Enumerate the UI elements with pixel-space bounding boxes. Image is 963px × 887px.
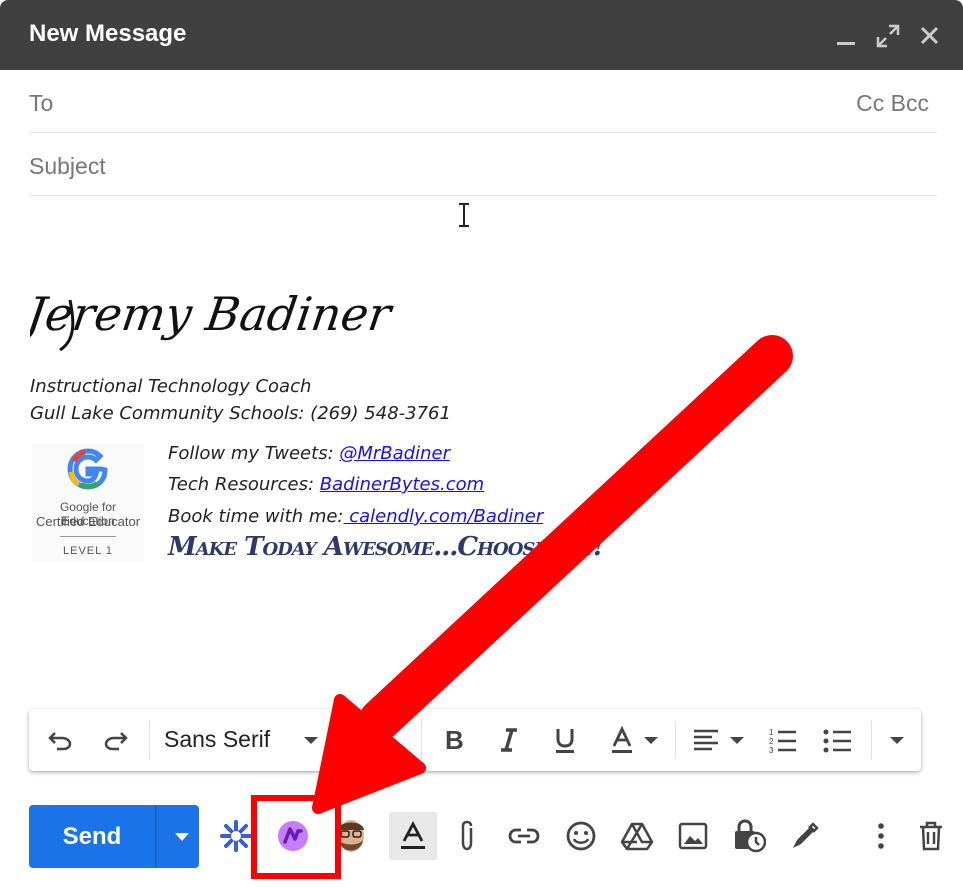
- send-divider: [155, 805, 156, 868]
- drive-icon[interactable]: [617, 816, 657, 856]
- svg-text:B: B: [445, 727, 464, 753]
- badge-level: LEVEL 1: [62, 545, 113, 557]
- signature-icon[interactable]: [785, 816, 825, 856]
- signature-org-phone: Gull Lake Community Schools: (269) 548-3…: [30, 403, 451, 424]
- font-select[interactable]: Sans Serif: [164, 726, 270, 753]
- to-field[interactable]: To Cc Bcc: [29, 70, 937, 133]
- photo-icon[interactable]: [673, 816, 713, 856]
- expand-icon[interactable]: [874, 22, 902, 50]
- google-logo-icon: [67, 448, 109, 495]
- send-button[interactable]: Send: [29, 805, 155, 868]
- redo-icon[interactable]: [99, 723, 133, 757]
- compose-window: New Message To Cc Bcc Subject Jeremy Bad…: [0, 0, 963, 887]
- more-options-icon[interactable]: [861, 816, 901, 856]
- discard-icon[interactable]: [911, 816, 951, 856]
- signature-title: Instructional Technology Coach: [30, 376, 312, 397]
- compose-titlebar: New Message: [0, 0, 963, 70]
- subject-field[interactable]: Subject: [29, 133, 937, 196]
- svg-text:2: 2: [769, 737, 774, 746]
- subject-placeholder: Subject: [29, 153, 106, 179]
- formatting-toolbar: Sans Serif B 123: [29, 709, 921, 771]
- attach-icon[interactable]: [447, 816, 487, 856]
- send-options-caret-icon[interactable]: [165, 805, 199, 868]
- more-formatting-icon[interactable]: [885, 723, 909, 757]
- resources-line: Tech Resources: BadinerBytes.com: [168, 474, 484, 495]
- font-dropdown-caret-icon[interactable]: [299, 723, 323, 757]
- booking-line: Book time with me: calendly.com/Badiner: [168, 506, 543, 527]
- align-caret-icon[interactable]: [727, 723, 747, 757]
- signature-handwritten-name: Jeremy Badiner: [15, 280, 400, 365]
- font-select-label: Sans Serif: [164, 726, 271, 752]
- text-cursor-icon: [455, 202, 473, 233]
- underline-icon[interactable]: [548, 723, 582, 757]
- align-icon[interactable]: [689, 723, 723, 757]
- compose-title: New Message: [29, 20, 187, 47]
- confidential-icon[interactable]: [729, 816, 769, 856]
- resources-link[interactable]: BadinerBytes.com: [320, 474, 484, 495]
- tweets-line: Follow my Tweets: @MrBadiner: [168, 443, 450, 464]
- tweets-link[interactable]: @MrBadiner: [339, 443, 450, 464]
- numbered-list-icon[interactable]: 123: [766, 723, 800, 757]
- send-button-group: Send: [29, 805, 199, 868]
- booking-link[interactable]: calendly.com/Badiner: [344, 506, 543, 527]
- formatting-options-icon[interactable]: [389, 812, 437, 860]
- badge-divider: [60, 536, 116, 537]
- annotation-highlight-box: [251, 795, 341, 879]
- minimize-icon[interactable]: [833, 22, 861, 50]
- italic-icon[interactable]: [492, 723, 526, 757]
- svg-text:3: 3: [769, 746, 774, 753]
- undo-icon[interactable]: [43, 723, 77, 757]
- booking-label: Book time with me:: [168, 506, 344, 527]
- bold-icon[interactable]: B: [437, 723, 471, 757]
- signature-motto: Make Today Awesome...Choose Joy!: [168, 532, 604, 562]
- close-icon[interactable]: [916, 22, 944, 50]
- svg-text:1: 1: [769, 728, 774, 737]
- cc-bcc-link[interactable]: Cc Bcc: [856, 90, 929, 117]
- link-icon[interactable]: [504, 816, 544, 856]
- text-color-icon[interactable]: [605, 723, 639, 757]
- tweets-label: Follow my Tweets:: [168, 443, 340, 464]
- addon-sparkle-icon[interactable]: [216, 816, 256, 856]
- emoji-icon[interactable]: [561, 816, 601, 856]
- bulleted-list-icon[interactable]: [821, 723, 855, 757]
- badge-line-2: Certified Educator: [35, 514, 141, 529]
- svg-text:Jeremy Badiner: Jeremy Badiner: [30, 287, 397, 341]
- text-color-caret-icon[interactable]: [641, 723, 661, 757]
- to-label: To: [29, 90, 54, 116]
- resources-label: Tech Resources:: [168, 474, 320, 495]
- google-certified-badge: Google for Education Certified Educator …: [32, 444, 144, 562]
